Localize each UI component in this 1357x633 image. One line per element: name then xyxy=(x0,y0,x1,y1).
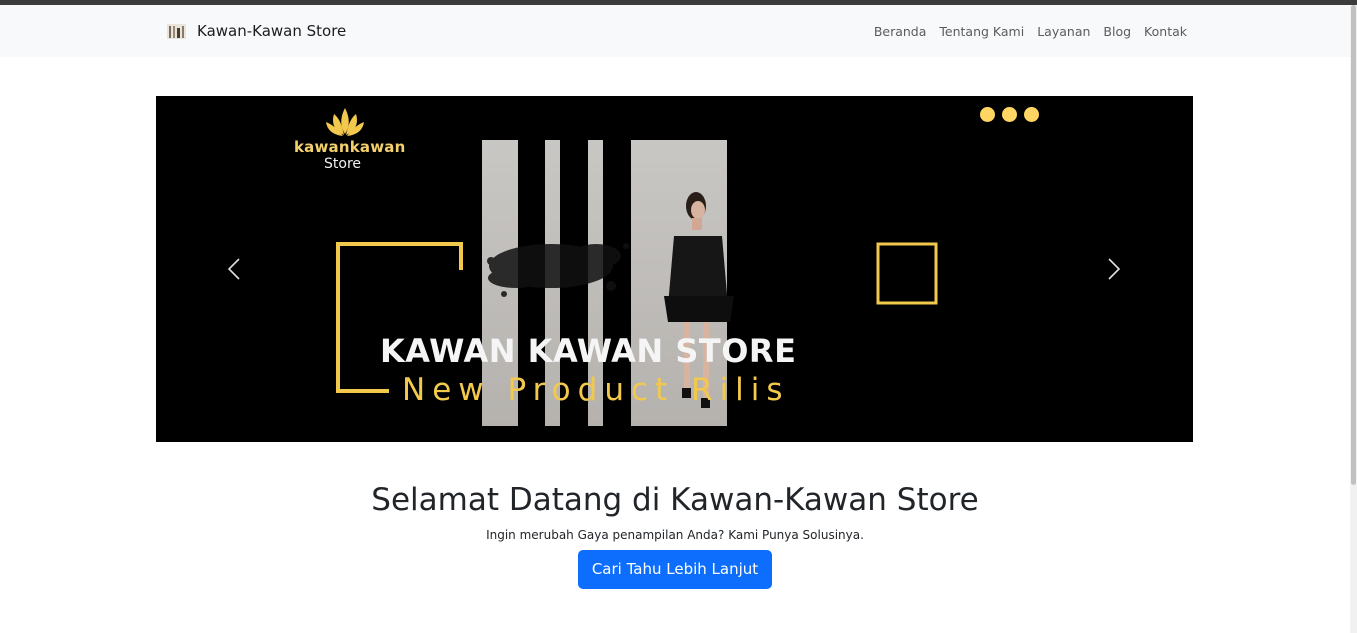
chevron-left-icon xyxy=(227,258,240,280)
welcome-section: Selamat Datang di Kawan-Kawan Store Ingi… xyxy=(0,478,1350,589)
carousel-indicator-3[interactable] xyxy=(1024,107,1039,122)
nav-link-blog[interactable]: Blog xyxy=(1103,24,1131,39)
carousel-indicators xyxy=(980,107,1039,122)
lotus-logo-icon xyxy=(326,108,364,136)
slide-logo-text: kawankawan xyxy=(294,138,406,156)
hero-carousel: kawankawan Store KAWAN KAWAN STORE New P… xyxy=(156,96,1193,442)
learn-more-button[interactable]: Cari Tahu Lebih Lanjut xyxy=(577,550,773,589)
nav-link-kontak[interactable]: Kontak xyxy=(1144,24,1187,39)
slide-logo-subtext: Store xyxy=(324,156,362,172)
chevron-right-icon xyxy=(1108,258,1121,280)
carousel-indicator-2[interactable] xyxy=(1002,107,1017,122)
nav-menu: Beranda Tentang Kami Layanan Blog Kontak xyxy=(874,5,1187,57)
brand-name: Kawan-Kawan Store xyxy=(197,22,347,40)
navbar: Kawan-Kawan Store Beranda Tentang Kami L… xyxy=(0,5,1350,57)
welcome-lead: Ingin merubah Gaya penampilan Anda? Kami… xyxy=(486,528,864,542)
store-logo-icon xyxy=(167,24,186,39)
nav-link-layanan[interactable]: Layanan xyxy=(1037,24,1090,39)
carousel-indicator-1[interactable] xyxy=(980,107,995,122)
slide-title: KAWAN KAWAN STORE xyxy=(380,332,797,370)
page-scrollbar[interactable] xyxy=(1350,5,1357,633)
slide-subtitle: New Product Rilis xyxy=(402,372,790,408)
welcome-title: Selamat Datang di Kawan-Kawan Store xyxy=(371,482,979,518)
nav-link-beranda[interactable]: Beranda xyxy=(874,24,927,39)
carousel-next-button[interactable] xyxy=(1094,246,1134,292)
nav-link-tentang-kami[interactable]: Tentang Kami xyxy=(939,24,1024,39)
carousel-prev-button[interactable] xyxy=(214,246,254,292)
navbar-brand[interactable]: Kawan-Kawan Store xyxy=(166,5,346,57)
scrollbar-thumb[interactable] xyxy=(1351,5,1356,485)
